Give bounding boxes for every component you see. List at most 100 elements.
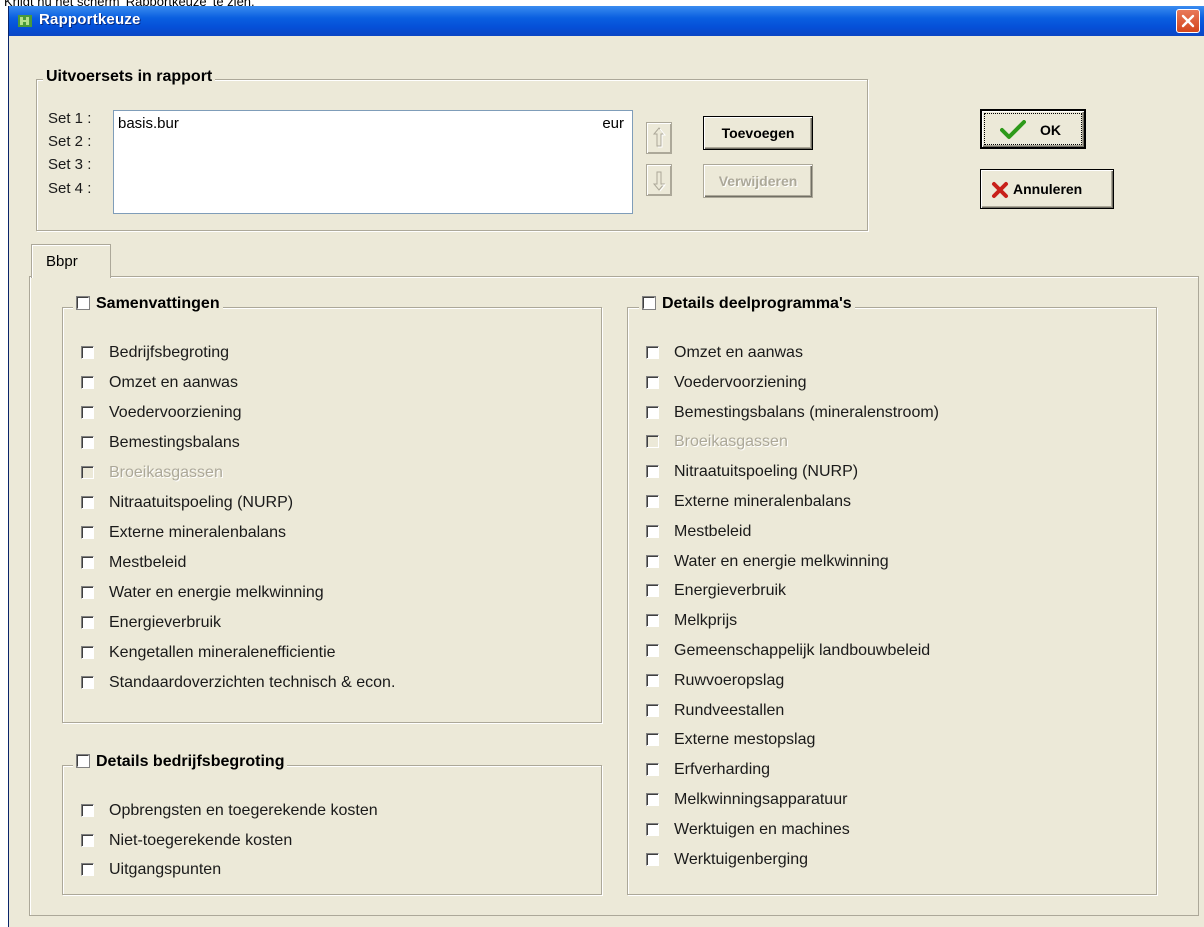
move-down-button[interactable]: [646, 164, 672, 196]
checkbox[interactable]: [81, 436, 94, 449]
checkbox[interactable]: [81, 646, 94, 659]
checkmark-icon: [1000, 120, 1026, 139]
checkbox-label: Externe mineralenbalans: [674, 493, 851, 510]
checkbox[interactable]: [81, 586, 94, 599]
bedrijfsbegroting-title: Details bedrijfsbegroting: [96, 753, 285, 770]
checkbox[interactable]: [81, 676, 94, 689]
checkbox-label: Gemeenschappelijk landbouwbeleid: [674, 642, 931, 659]
output-sets-list[interactable]: basis.bur eur: [113, 110, 633, 214]
checkbox-label: Bemestingsbalans (mineralenstroom): [674, 404, 939, 421]
title-bar[interactable]: Rapportkeuze: [9, 6, 1204, 36]
set-file-name: basis.bur: [118, 115, 179, 132]
checkbox-label: Nitraatuitspoeling (NURP): [674, 463, 859, 480]
samenvattingen-legend[interactable]: Samenvattingen: [73, 295, 223, 315]
deelprogrammas-title: Details deelprogramma's: [662, 295, 852, 312]
checkbox-label: Mestbeleid: [674, 523, 752, 540]
checkbox-label: Mestbeleid: [109, 554, 187, 571]
checkbox[interactable]: [646, 644, 659, 657]
output-sets-legend: Uitvoersets in rapport: [43, 68, 216, 86]
checkbox[interactable]: [81, 556, 94, 569]
checkbox-label: Water en energie melkwinning: [109, 584, 324, 601]
checkbox[interactable]: [646, 555, 659, 568]
close-icon: [1181, 14, 1195, 28]
tab-label: Bbpr: [46, 253, 78, 270]
checkbox[interactable]: [646, 674, 659, 687]
samenvattingen-title: Samenvattingen: [96, 295, 220, 312]
checkbox[interactable]: [81, 863, 94, 876]
checkbox-label: Standaardoverzichten technisch & econ.: [109, 674, 396, 691]
arrow-up-icon: [652, 127, 667, 148]
deelprogrammas-checkbox[interactable]: [642, 296, 656, 315]
move-up-button[interactable]: [646, 122, 672, 154]
checkbox[interactable]: [646, 465, 659, 478]
checkbox[interactable]: [646, 346, 659, 359]
close-button[interactable]: [1176, 9, 1200, 33]
checkbox-label: Energieverbruik: [109, 614, 222, 631]
checkbox-label: Omzet en aanwas: [674, 344, 803, 361]
checkbox-label: Bedrijfsbegroting: [109, 344, 230, 361]
bedrijfsbegroting-legend[interactable]: Details bedrijfsbegroting: [73, 753, 288, 773]
cancel-x-icon: [992, 182, 1008, 198]
checkbox-label: Broeikasgassen: [674, 433, 788, 450]
checkbox[interactable]: [646, 793, 659, 806]
checkbox[interactable]: [646, 584, 659, 597]
ok-label: OK: [1040, 122, 1061, 138]
deelprogrammas-legend[interactable]: Details deelprogramma's: [639, 295, 855, 315]
cancel-label: Annuleren: [1013, 181, 1083, 197]
checkbox[interactable]: [646, 614, 659, 627]
checkbox-label: Rundveestallen: [674, 702, 785, 719]
checkbox[interactable]: [81, 346, 94, 359]
set-label-4: Set 4 :: [48, 180, 92, 197]
checkbox-label: Voedervoorziening: [109, 404, 242, 421]
checkbox-label: Voedervoorziening: [674, 374, 807, 391]
checkbox-label: Omzet en aanwas: [109, 374, 238, 391]
tab-bbpr[interactable]: Bbpr: [31, 244, 111, 278]
checkbox-label: Externe mestopslag: [674, 731, 816, 748]
checkbox[interactable]: [646, 733, 659, 746]
set-label-1: Set 1 :: [48, 110, 92, 127]
checkbox[interactable]: [646, 763, 659, 776]
checkbox-label: Melkprijs: [674, 612, 738, 629]
checkbox-label: Werktuigenberging: [674, 851, 809, 868]
checkbox-label: Externe mineralenbalans: [109, 524, 286, 541]
cancel-button[interactable]: Annuleren: [980, 169, 1114, 209]
set-label-3: Set 3 :: [48, 156, 92, 173]
checkbox-label: Ruwvoeropslag: [674, 672, 785, 689]
rapportkeuze-dialog: Rapportkeuze Uitvoersets in rapport Set …: [8, 6, 1204, 927]
checkbox[interactable]: [81, 804, 94, 817]
add-set-button[interactable]: Toevoegen: [703, 116, 813, 150]
window-title: Rapportkeuze: [39, 11, 141, 28]
checkbox[interactable]: [81, 834, 94, 847]
checkbox-label: Kengetallen mineralenefficientie: [109, 644, 336, 661]
checkbox[interactable]: [646, 525, 659, 538]
checkbox-label: Uitgangspunten: [109, 861, 222, 878]
checkbox-label: Nitraatuitspoeling (NURP): [109, 494, 294, 511]
bedrijfsbegroting-checkbox[interactable]: [76, 754, 90, 773]
checkbox: [646, 435, 659, 448]
checkbox-label: Water en energie melkwinning: [674, 553, 889, 570]
checkbox[interactable]: [81, 616, 94, 629]
remove-set-button[interactable]: Verwijderen: [703, 164, 813, 198]
checkbox-label: Melkwinningsapparatuur: [674, 791, 848, 808]
checkbox[interactable]: [646, 823, 659, 836]
checkbox-label: Erfverharding: [674, 761, 771, 778]
set-label-2: Set 2 :: [48, 133, 92, 150]
checkbox-label: Energieverbruik: [674, 582, 787, 599]
checkbox[interactable]: [81, 376, 94, 389]
checkbox-label: Bemestingsbalans: [109, 434, 240, 451]
checkbox[interactable]: [81, 496, 94, 509]
samenvattingen-checkbox[interactable]: [76, 296, 90, 315]
checkbox: [81, 466, 94, 479]
checkbox[interactable]: [646, 406, 659, 419]
checkbox-label: Opbrengsten en toegerekende kosten: [109, 802, 378, 819]
checkbox[interactable]: [646, 853, 659, 866]
checkbox[interactable]: [646, 704, 659, 717]
set-currency: eur: [602, 115, 624, 132]
checkbox[interactable]: [81, 406, 94, 419]
checkbox[interactable]: [646, 495, 659, 508]
checkbox[interactable]: [81, 526, 94, 539]
checkbox-label: Broeikasgassen: [109, 464, 223, 481]
app-icon: [17, 13, 33, 29]
ok-button[interactable]: OK: [980, 109, 1086, 149]
checkbox[interactable]: [646, 376, 659, 389]
